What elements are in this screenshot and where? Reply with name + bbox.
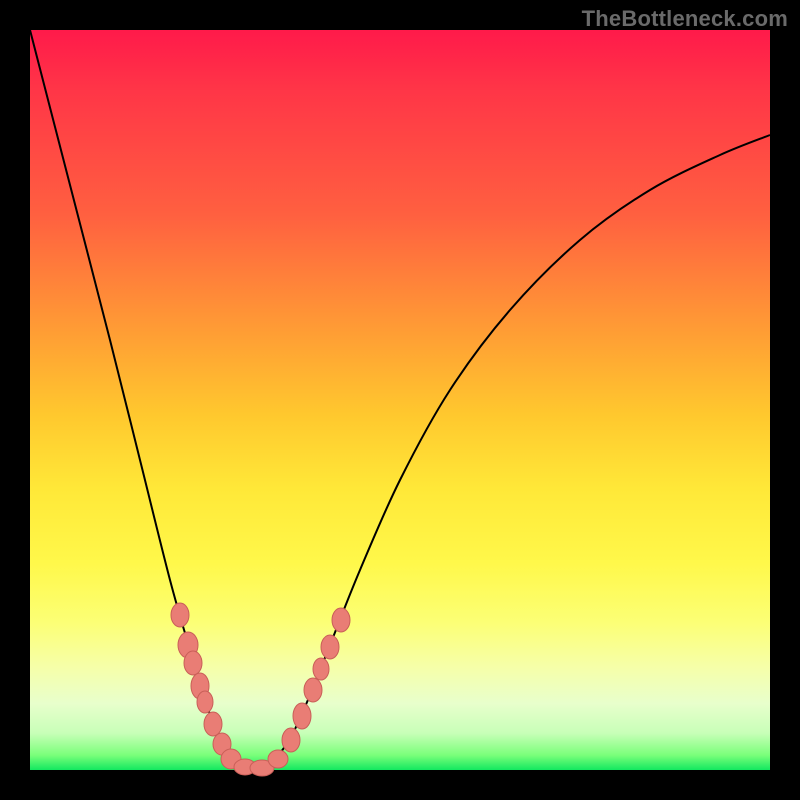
curve-marker (184, 651, 202, 675)
curve-marker (204, 712, 222, 736)
curve-marker (282, 728, 300, 752)
curve-marker (197, 691, 213, 713)
curve-marker (321, 635, 339, 659)
chart-frame: TheBottleneck.com (0, 0, 800, 800)
curve-marker (293, 703, 311, 729)
bottleneck-curve (30, 30, 770, 770)
curve-path (30, 30, 770, 770)
curve-marker (171, 603, 189, 627)
curve-marker (313, 658, 329, 680)
curve-marker (332, 608, 350, 632)
curve-markers (171, 603, 350, 776)
curve-marker (268, 750, 288, 768)
plot-area (30, 30, 770, 770)
curve-marker (304, 678, 322, 702)
watermark-text: TheBottleneck.com (582, 6, 788, 32)
